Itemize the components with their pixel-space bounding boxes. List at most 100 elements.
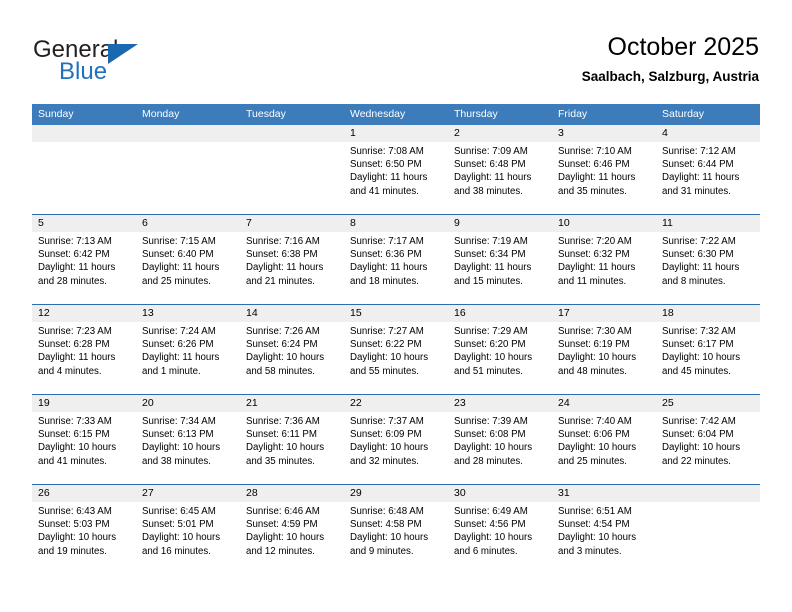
calendar-day-cell[interactable]: 25 Sunrise: 7:42 AM Sunset: 6:04 PM Dayligh… bbox=[656, 395, 760, 484]
day-daylight2-text: and 22 minutes. bbox=[662, 455, 731, 467]
calendar-day-cell[interactable]: 6 Sunrise: 7:15 AM Sunset: 6:40 PM Daylight… bbox=[136, 215, 240, 304]
day-sunrise-text: Sunrise: 7:23 AM bbox=[38, 326, 112, 337]
calendar-day-cell[interactable]: 10 Sunrise: 7:20 AM Sunset: 6:32 PM Dayligh… bbox=[552, 215, 656, 304]
calendar-day-cell[interactable]: 19 Sunrise: 7:33 AM Sunset: 6:15 PM Dayligh… bbox=[32, 395, 136, 484]
calendar-week-cells: 26 Sunrise: 6:43 AM Sunset: 5:03 PM Dayligh… bbox=[32, 485, 760, 574]
day-number: 17 bbox=[552, 305, 656, 322]
day-details: Sunrise: 7:20 AM Sunset: 6:32 PM Daylight:… bbox=[552, 232, 656, 304]
day-details: Sunrise: 7:42 AM Sunset: 6:04 PM Daylight:… bbox=[656, 412, 760, 484]
day-details: Sunrise: 7:27 AM Sunset: 6:22 PM Daylight:… bbox=[344, 322, 448, 394]
day-sunset-text: Sunset: 6:20 PM bbox=[454, 339, 526, 351]
day-details: Sunrise: 7:39 AM Sunset: 6:08 PM Daylight:… bbox=[448, 412, 552, 484]
day-daylight2-text: and 32 minutes. bbox=[350, 455, 419, 467]
calendar-day-cell[interactable]: 1 Sunrise: 7:08 AM Sunset: 6:50 PM Daylight… bbox=[344, 125, 448, 214]
day-daylight2-text: and 21 minutes. bbox=[246, 275, 315, 287]
day-sunrise-text: Sunrise: 6:45 AM bbox=[142, 506, 216, 517]
calendar-day-cell[interactable]: 7 Sunrise: 7:16 AM Sunset: 6:38 PM Daylight… bbox=[240, 215, 344, 304]
day-details: Sunrise: 7:16 AM Sunset: 6:38 PM Daylight:… bbox=[240, 232, 344, 304]
day-number: 7 bbox=[240, 215, 344, 232]
day-details: Sunrise: 7:40 AM Sunset: 6:06 PM Daylight:… bbox=[552, 412, 656, 484]
calendar-day-cell[interactable]: 12 Sunrise: 7:23 AM Sunset: 6:28 PM Dayligh… bbox=[32, 305, 136, 394]
day-details: Sunrise: 6:49 AM Sunset: 4:56 PM Daylight:… bbox=[448, 502, 552, 574]
day-daylight2-text: and 3 minutes. bbox=[558, 545, 622, 557]
calendar-day-cell[interactable]: 18 Sunrise: 7:32 AM Sunset: 6:17 PM Dayligh… bbox=[656, 305, 760, 394]
calendar-day-cell[interactable]: 22 Sunrise: 7:37 AM Sunset: 6:09 PM Dayligh… bbox=[344, 395, 448, 484]
day-sunset-text: Sunset: 6:15 PM bbox=[38, 429, 110, 441]
day-details: Sunrise: 7:13 AM Sunset: 6:42 PM Daylight:… bbox=[32, 232, 136, 304]
calendar-day-cell[interactable]: 2 Sunrise: 7:09 AM Sunset: 6:48 PM Daylight… bbox=[448, 125, 552, 214]
day-daylight2-text: and 8 minutes. bbox=[662, 275, 726, 287]
calendar-day-cell[interactable]: 9 Sunrise: 7:19 AM Sunset: 6:34 PM Daylight… bbox=[448, 215, 552, 304]
calendar-day-cell-empty bbox=[32, 125, 136, 214]
calendar-day-cell[interactable]: 26 Sunrise: 6:43 AM Sunset: 5:03 PM Dayligh… bbox=[32, 485, 136, 574]
day-daylight2-text: and 1 minute. bbox=[142, 365, 201, 377]
day-sunrise-text: Sunrise: 7:42 AM bbox=[662, 416, 736, 427]
calendar-day-cell[interactable]: 29 Sunrise: 6:48 AM Sunset: 4:58 PM Dayligh… bbox=[344, 485, 448, 574]
day-sunset-text: Sunset: 6:13 PM bbox=[142, 429, 214, 441]
day-daylight2-text: and 16 minutes. bbox=[142, 545, 211, 557]
calendar-day-cell[interactable]: 24 Sunrise: 7:40 AM Sunset: 6:06 PM Dayligh… bbox=[552, 395, 656, 484]
day-number: 24 bbox=[552, 395, 656, 412]
day-daylight2-text: and 12 minutes. bbox=[246, 545, 315, 557]
day-daylight1-text: Daylight: 11 hours bbox=[558, 172, 636, 184]
day-details: Sunrise: 7:23 AM Sunset: 6:28 PM Daylight:… bbox=[32, 322, 136, 394]
day-number: 8 bbox=[344, 215, 448, 232]
calendar-day-cell[interactable]: 17 Sunrise: 7:30 AM Sunset: 6:19 PM Dayligh… bbox=[552, 305, 656, 394]
calendar-day-cell[interactable]: 4 Sunrise: 7:12 AM Sunset: 6:44 PM Daylight… bbox=[656, 125, 760, 214]
day-daylight1-text: Daylight: 11 hours bbox=[662, 262, 740, 274]
day-number: 14 bbox=[240, 305, 344, 322]
day-details bbox=[656, 502, 760, 574]
day-number: 3 bbox=[552, 125, 656, 142]
day-number: 26 bbox=[32, 485, 136, 502]
general-blue-logo[interactable]: General Blue bbox=[33, 36, 233, 92]
day-sunrise-text: Sunrise: 6:46 AM bbox=[246, 506, 320, 517]
day-details: Sunrise: 6:46 AM Sunset: 4:59 PM Daylight:… bbox=[240, 502, 344, 574]
day-sunset-text: Sunset: 6:28 PM bbox=[38, 339, 110, 351]
calendar-day-cell[interactable]: 14 Sunrise: 7:26 AM Sunset: 6:24 PM Dayligh… bbox=[240, 305, 344, 394]
day-sunset-text: Sunset: 6:04 PM bbox=[662, 429, 734, 441]
calendar-day-cell[interactable]: 20 Sunrise: 7:34 AM Sunset: 6:13 PM Dayligh… bbox=[136, 395, 240, 484]
calendar-day-cell[interactable]: 21 Sunrise: 7:36 AM Sunset: 6:11 PM Dayligh… bbox=[240, 395, 344, 484]
calendar-day-cell[interactable]: 31 Sunrise: 6:51 AM Sunset: 4:54 PM Dayligh… bbox=[552, 485, 656, 574]
day-number: 2 bbox=[448, 125, 552, 142]
day-sunrise-text: Sunrise: 7:20 AM bbox=[558, 236, 632, 247]
day-details: Sunrise: 7:24 AM Sunset: 6:26 PM Daylight:… bbox=[136, 322, 240, 394]
day-number: 28 bbox=[240, 485, 344, 502]
calendar-day-cell[interactable]: 15 Sunrise: 7:27 AM Sunset: 6:22 PM Dayligh… bbox=[344, 305, 448, 394]
page-subtitle-location: Saalbach, Salzburg, Austria bbox=[581, 69, 759, 84]
day-sunrise-text: Sunrise: 7:30 AM bbox=[558, 326, 632, 337]
page-title: October 2025 bbox=[607, 33, 760, 61]
day-details: Sunrise: 7:30 AM Sunset: 6:19 PM Daylight:… bbox=[552, 322, 656, 394]
day-number: 4 bbox=[656, 125, 760, 142]
day-sunset-text: Sunset: 6:19 PM bbox=[558, 339, 630, 351]
weekday-header-sunday: Sunday bbox=[38, 108, 74, 120]
day-sunset-text: Sunset: 6:40 PM bbox=[142, 249, 214, 261]
calendar-day-cell[interactable]: 11 Sunrise: 7:22 AM Sunset: 6:30 PM Dayligh… bbox=[656, 215, 760, 304]
calendar-day-cell[interactable]: 5 Sunrise: 7:13 AM Sunset: 6:42 PM Daylight… bbox=[32, 215, 136, 304]
day-sunset-text: Sunset: 6:34 PM bbox=[454, 249, 526, 261]
day-number bbox=[136, 125, 240, 142]
day-details: Sunrise: 7:33 AM Sunset: 6:15 PM Daylight:… bbox=[32, 412, 136, 484]
weekday-header-row: Sunday Monday Tuesday Wednesday Thursday… bbox=[32, 104, 760, 125]
calendar-day-cell[interactable]: 13 Sunrise: 7:24 AM Sunset: 6:26 PM Dayligh… bbox=[136, 305, 240, 394]
day-sunrise-text: Sunrise: 7:27 AM bbox=[350, 326, 424, 337]
day-sunset-text: Sunset: 5:03 PM bbox=[38, 519, 110, 531]
day-number: 6 bbox=[136, 215, 240, 232]
calendar-day-cell[interactable]: 16 Sunrise: 7:29 AM Sunset: 6:20 PM Dayligh… bbox=[448, 305, 552, 394]
calendar-day-cell[interactable]: 30 Sunrise: 6:49 AM Sunset: 4:56 PM Dayligh… bbox=[448, 485, 552, 574]
day-number bbox=[656, 485, 760, 502]
day-details: Sunrise: 7:32 AM Sunset: 6:17 PM Daylight:… bbox=[656, 322, 760, 394]
day-daylight2-text: and 41 minutes. bbox=[350, 185, 419, 197]
day-sunset-text: Sunset: 4:56 PM bbox=[454, 519, 526, 531]
day-sunrise-text: Sunrise: 6:43 AM bbox=[38, 506, 112, 517]
calendar-week-row: 5 Sunrise: 7:13 AM Sunset: 6:42 PM Daylight… bbox=[32, 214, 760, 304]
calendar-day-cell[interactable]: 8 Sunrise: 7:17 AM Sunset: 6:36 PM Daylight… bbox=[344, 215, 448, 304]
day-number: 9 bbox=[448, 215, 552, 232]
calendar-day-cell[interactable]: 27 Sunrise: 6:45 AM Sunset: 5:01 PM Dayligh… bbox=[136, 485, 240, 574]
day-daylight2-text: and 55 minutes. bbox=[350, 365, 419, 377]
calendar-day-cell[interactable]: 23 Sunrise: 7:39 AM Sunset: 6:08 PM Dayligh… bbox=[448, 395, 552, 484]
calendar-day-cell[interactable]: 28 Sunrise: 6:46 AM Sunset: 4:59 PM Dayligh… bbox=[240, 485, 344, 574]
day-daylight1-text: Daylight: 10 hours bbox=[558, 352, 637, 364]
calendar-day-cell[interactable]: 3 Sunrise: 7:10 AM Sunset: 6:46 PM Daylight… bbox=[552, 125, 656, 214]
day-sunset-text: Sunset: 6:44 PM bbox=[662, 159, 734, 171]
